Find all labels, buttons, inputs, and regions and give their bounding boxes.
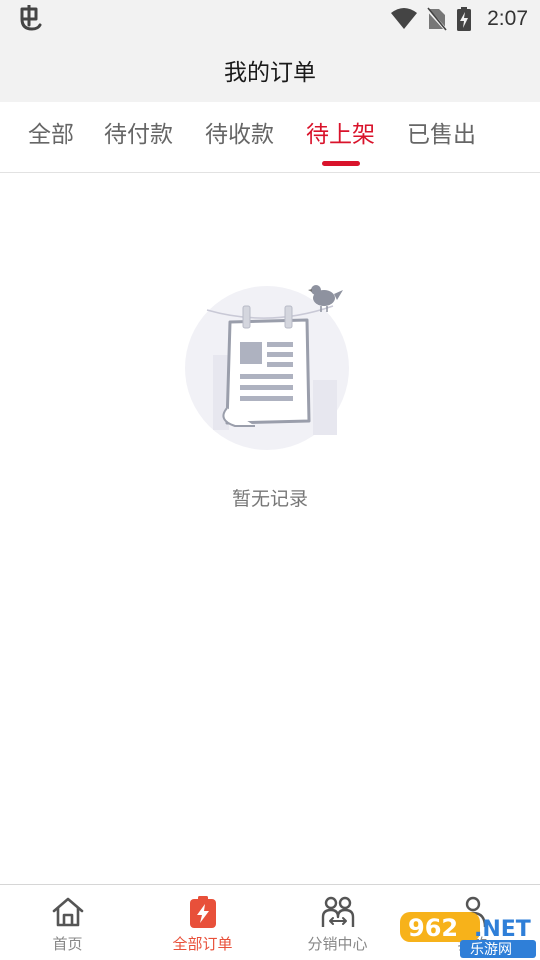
order-screen: 2:07 我的订单 全部 待付款 待收款 待上架 已售出 暂无记录 首页 全部订… [0,0,540,960]
nav-all-orders[interactable]: 全部订单 [135,885,270,960]
status-icons: 2:07 [391,0,528,38]
wifi-icon [391,8,418,29]
nav-home[interactable]: 首页 [0,885,135,960]
order-bolt-icon [189,896,216,928]
page-title: 我的订单 [224,60,316,86]
page-header: 我的订单 [0,38,540,102]
tab-label: 待付款 [104,122,173,148]
tab-pending-receipt[interactable]: 待收款 [205,102,274,172]
tab-label: 待收款 [205,122,274,148]
app-notification-icon [20,5,42,31]
nav-label: 首页 [52,935,83,953]
status-time: 2:07 [487,7,528,30]
empty-clothesline-illustration [185,285,349,450]
tab-pending-listing[interactable]: 待上架 [306,102,375,172]
order-tabs: 全部 待付款 待收款 待上架 已售出 [0,102,540,173]
tab-pending-payment[interactable]: 待付款 [104,102,173,172]
empty-state: 暂无记录 [0,280,540,511]
tab-sold[interactable]: 已售出 [407,102,476,172]
tab-label: 已售出 [407,122,476,148]
tab-all[interactable]: 全部 [28,102,74,172]
tab-label: 全部 [28,122,74,148]
battery-charging-icon [457,7,472,31]
distribution-icon [321,896,354,927]
empty-message: 暂无记录 [231,488,308,510]
svg-text:乐游网: 乐游网 [470,942,512,958]
status-bar: 2:07 [0,0,540,38]
tab-label: 待上架 [306,122,375,148]
active-tab-indicator [321,161,360,166]
nav-label: 全部订单 [172,935,233,953]
svg-text:.NET: .NET [474,917,531,942]
site-watermark-logo: 962 .NET 乐游网 [400,912,536,958]
nav-distribution[interactable]: 分销中心 [270,885,405,960]
nav-label: 分销中心 [307,935,368,953]
home-icon [52,897,83,927]
no-sim-icon [427,7,448,31]
svg-text:962: 962 [408,914,458,942]
